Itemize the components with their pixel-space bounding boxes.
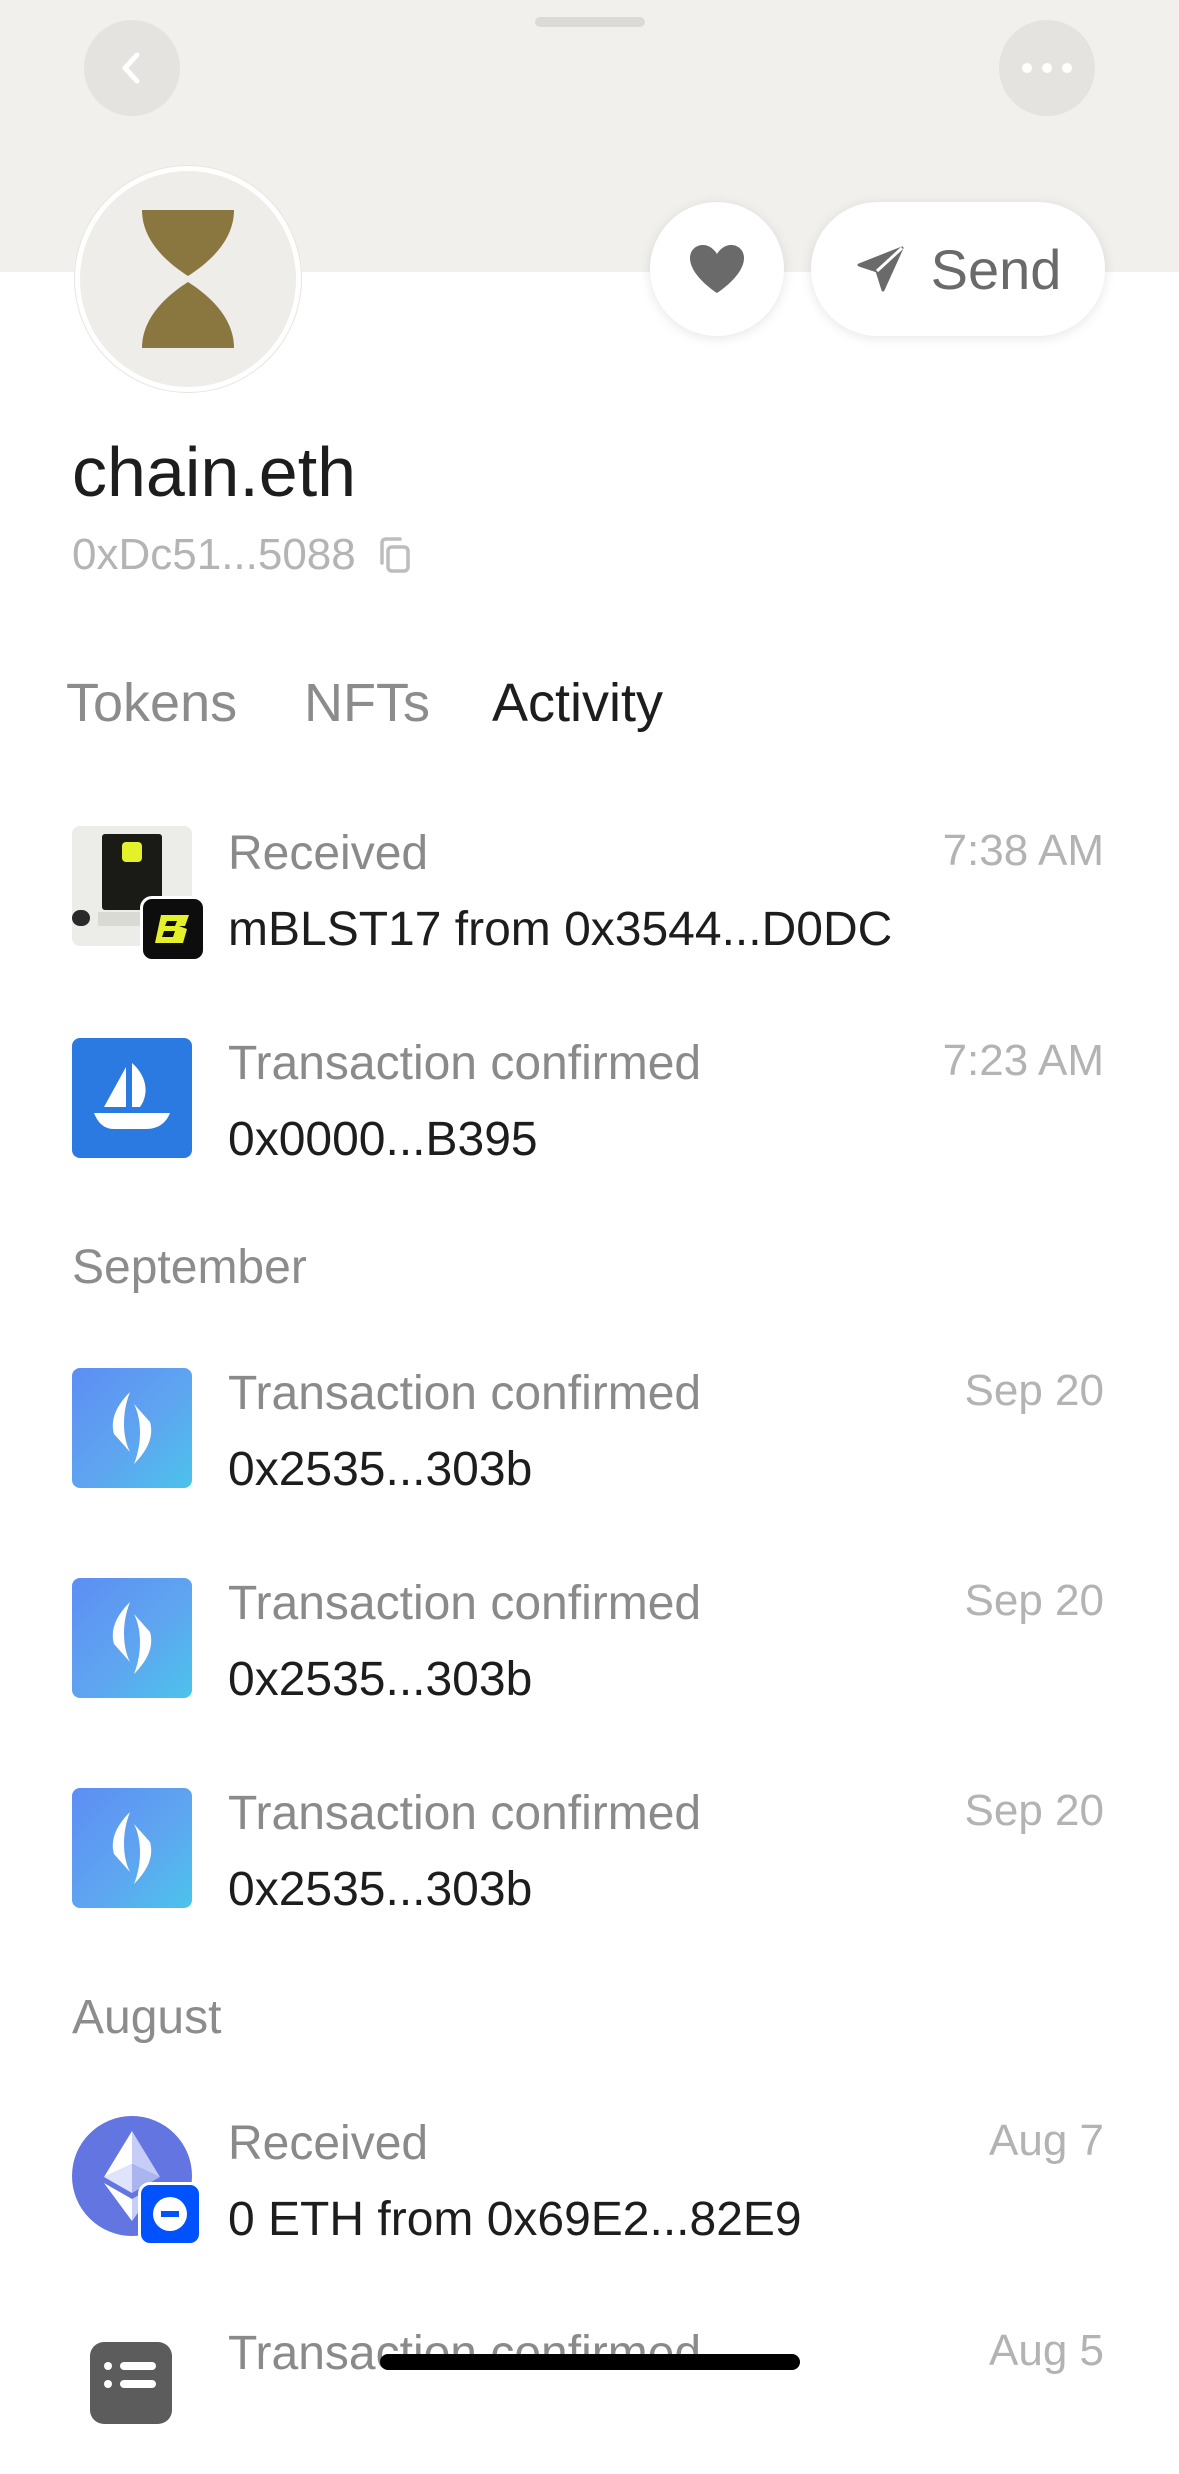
network-badge-icon <box>138 2182 202 2246</box>
profile-name: chain.eth <box>72 433 357 511</box>
activity-time: Sep 20 <box>964 1366 1104 1415</box>
activity-time: Aug 5 <box>989 2326 1104 2375</box>
activity-title: Transaction confirmed <box>228 1577 702 1630</box>
activity-item[interactable]: Received mBLST17 from 0x3544...D0DC 7:38… <box>0 824 1179 974</box>
activity-subtitle: mBLST17 from 0x3544...D0DC <box>228 903 893 956</box>
chevron-left-icon <box>122 52 140 84</box>
activity-time: Sep 20 <box>964 1576 1104 1625</box>
activity-time: Sep 20 <box>964 1786 1104 1835</box>
section-header-september: September <box>72 1241 307 1294</box>
more-button[interactable] <box>999 20 1095 116</box>
activity-subtitle: 0x0000...B395 <box>228 1113 538 1166</box>
activity-subtitle: 0x2535...303b <box>228 1653 533 1706</box>
activity-subtitle: 0x2535...303b <box>228 1443 533 1496</box>
home-indicator[interactable] <box>380 2354 800 2370</box>
activity-title: Received <box>228 2117 429 2170</box>
heart-icon <box>690 245 744 293</box>
sheet-grabber[interactable] <box>535 17 645 27</box>
activity-time: 7:38 AM <box>942 826 1104 875</box>
wallet-address[interactable]: 0xDc51...5088 <box>72 530 412 580</box>
activity-time: 7:23 AM <box>942 1036 1104 1085</box>
activity-title: Transaction confirmed <box>228 1787 702 1840</box>
blast-badge-icon <box>140 896 206 962</box>
opensea-icon <box>72 1038 192 1158</box>
activity-subtitle: 0 ETH from 0x69E2...82E9 <box>228 2193 802 2246</box>
hourglass-avatar-icon <box>142 210 234 348</box>
activity-item[interactable]: Transaction confirmed 0x2535...303b Sep … <box>0 1364 1179 1514</box>
address-text: 0xDc51...5088 <box>72 530 356 579</box>
list-icon <box>90 2342 172 2424</box>
activity-item[interactable]: Transaction confirmed 0x0000...B395 7:23… <box>0 1034 1179 1184</box>
back-button[interactable] <box>84 20 180 116</box>
tab-activity[interactable]: Activity <box>492 672 663 734</box>
more-horizontal-icon <box>1022 63 1072 73</box>
eth-icon <box>72 2116 202 2246</box>
ens-icon <box>72 1788 192 1908</box>
tab-tokens[interactable]: Tokens <box>66 672 237 734</box>
send-button[interactable]: Send <box>811 202 1105 336</box>
ens-icon <box>72 1368 192 1488</box>
activity-title: Received <box>228 827 429 880</box>
copy-icon[interactable] <box>376 535 412 575</box>
tab-nfts[interactable]: NFTs <box>304 672 430 734</box>
blast-nft-icon <box>72 826 206 962</box>
section-header-august: August <box>72 1991 222 2044</box>
send-label: Send <box>930 237 1062 301</box>
favorite-button[interactable] <box>650 202 784 336</box>
activity-item[interactable]: Transaction confirmed 0x2535...303b Sep … <box>0 1784 1179 1934</box>
activity-subtitle: 0x2535...303b <box>228 1863 533 1916</box>
activity-item[interactable]: Transaction confirmed 0x2535...303b Sep … <box>0 1574 1179 1724</box>
send-icon <box>857 246 904 292</box>
activity-title: Transaction confirmed <box>228 1037 702 1090</box>
activity-item[interactable]: Received 0 ETH from 0x69E2...82E9 Aug 7 <box>0 2114 1179 2264</box>
activity-item[interactable]: Transaction confirmed Aug 5 <box>0 2324 1179 2474</box>
ens-icon <box>72 1578 192 1698</box>
avatar <box>75 166 301 392</box>
activity-time: Aug 7 <box>989 2116 1104 2165</box>
activity-title: Transaction confirmed <box>228 1367 702 1420</box>
